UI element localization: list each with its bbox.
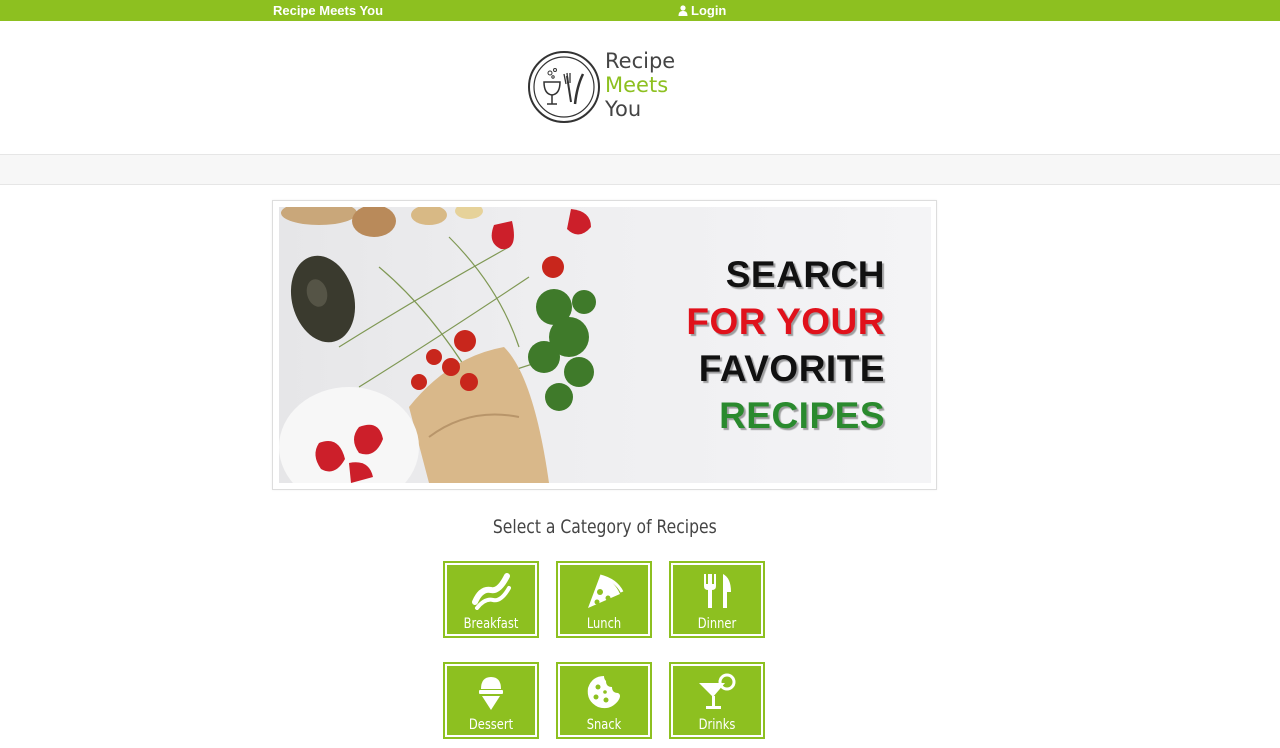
ice-cream-icon — [479, 677, 503, 710]
login-link[interactable]: Login — [678, 3, 726, 18]
site-logo[interactable]: Recipe Meets You — [527, 49, 687, 129]
cookie-icon — [587, 676, 620, 709]
site-name-link[interactable]: Recipe Meets You — [273, 3, 383, 18]
pizza-icon — [588, 574, 624, 608]
headline-line-2: FOR YOUR — [686, 301, 885, 342]
logo-line-2: Meets — [605, 73, 669, 97]
user-icon — [678, 5, 688, 16]
logo-line-1: Recipe — [605, 49, 676, 73]
logo-text: Recipe Meets You — [605, 49, 675, 121]
category-label: Breakfast — [463, 616, 519, 632]
banner-headline: SEARCH FOR YOUR FAVORITE RECIPES — [686, 251, 885, 439]
category-tile-dessert[interactable]: Dessert — [443, 662, 539, 739]
bacon-icon — [472, 573, 511, 610]
hero-banner: SEARCH FOR YOUR FAVORITE RECIPES — [272, 200, 937, 490]
category-tile-snack[interactable]: Snack — [556, 662, 652, 739]
dining-circle-icon — [528, 51, 600, 123]
category-tile-breakfast[interactable]: Breakfast — [443, 561, 539, 638]
category-title: Select a Category of Recipes — [492, 516, 717, 538]
category-tile-drinks[interactable]: Drinks — [669, 662, 765, 739]
login-label: Login — [691, 3, 727, 18]
category-label: Snack — [586, 717, 622, 733]
utensils-icon — [704, 574, 731, 608]
category-tile-dinner[interactable]: Dinner — [669, 561, 765, 638]
category-label: Lunch — [586, 616, 622, 632]
hero-image: SEARCH FOR YOUR FAVORITE RECIPES — [279, 207, 931, 483]
nav-bar — [0, 154, 1280, 185]
headline-line-4: RECIPES — [719, 395, 885, 436]
headline-line-3: FAVORITE — [698, 348, 885, 389]
cocktail-icon — [699, 673, 736, 709]
headline-line-1: SEARCH — [725, 254, 885, 295]
category-label: Dessert — [468, 717, 514, 733]
category-label: Dinner — [697, 616, 737, 632]
category-tile-lunch[interactable]: Lunch — [556, 561, 652, 638]
top-bar: Recipe Meets You Login — [0, 0, 1280, 21]
category-label: Drinks — [698, 717, 736, 733]
logo-line-3: You — [605, 97, 642, 121]
